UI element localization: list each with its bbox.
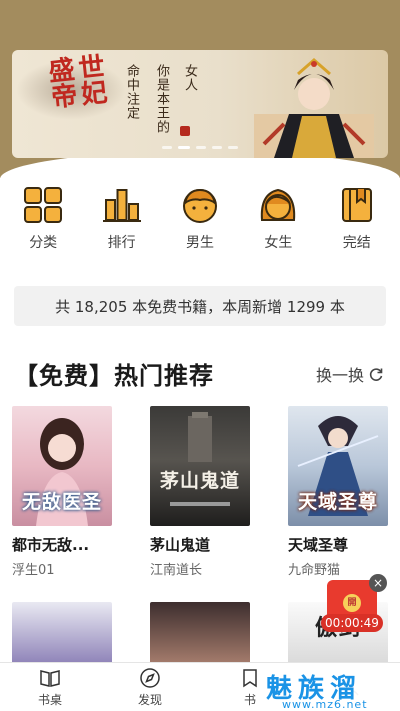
- banner-tagline-1: 女人: [182, 64, 197, 92]
- book-icon: [341, 188, 372, 222]
- female-avatar-icon: [261, 188, 296, 221]
- open-book-icon: [40, 669, 60, 687]
- carousel-dot[interactable]: [162, 146, 172, 149]
- nav-label: 书: [243, 692, 256, 707]
- cover-title: 无敌医圣: [21, 491, 102, 513]
- nav-label: 书桌: [37, 692, 62, 707]
- carousel-indicator: [162, 146, 238, 149]
- book-author: 浮生01: [12, 563, 55, 578]
- grid-icon: [24, 187, 63, 223]
- category-finished[interactable]: 完结: [327, 186, 387, 252]
- category-ranking[interactable]: 排行: [92, 186, 152, 252]
- library-stats: 共 18,205 本免费书籍，本周新增 1299 本: [14, 286, 386, 326]
- book-cover[interactable]: 天域圣尊: [288, 406, 388, 526]
- category-label: 排行: [107, 235, 136, 251]
- seal-stamp: [180, 126, 190, 136]
- red-packet-widget[interactable]: 開 × 00:00:49: [321, 574, 387, 634]
- countdown-timer: 00:00:49: [321, 614, 383, 632]
- carousel-dot[interactable]: [212, 146, 222, 149]
- book-title: 都市无敌...: [12, 536, 90, 554]
- carousel-dot[interactable]: [196, 146, 206, 149]
- nav-label: 发现: [137, 692, 162, 707]
- watermark: 魅族溜 www.mz6.net: [258, 668, 400, 711]
- banner-tagline-2: 你是本王的: [154, 64, 169, 134]
- book-cover[interactable]: 茅山鬼道: [150, 406, 250, 526]
- empress-illustration: [254, 58, 374, 158]
- refresh-label: 换一换: [315, 366, 364, 385]
- category-label: 完结: [342, 235, 371, 251]
- book-cover[interactable]: [150, 602, 250, 666]
- coin-icon: 開: [343, 594, 361, 612]
- category-bar: 分类 排行 男生 女生 完结: [0, 186, 400, 252]
- category-label: 男生: [185, 235, 214, 251]
- category-label: 分类: [29, 235, 58, 251]
- book-author: 江南道长: [150, 563, 203, 578]
- book-card[interactable]: [12, 602, 112, 666]
- close-icon[interactable]: ×: [369, 574, 387, 592]
- category-label: 女生: [264, 235, 293, 251]
- book-card[interactable]: 茅山鬼道 茅山鬼道 江南道长: [150, 406, 250, 578]
- male-avatar-icon: [182, 188, 217, 223]
- book-card[interactable]: 天域圣尊 天域圣尊 九命野猫: [288, 406, 388, 578]
- banner-title: 盛世帝妃: [47, 51, 113, 114]
- refresh-button[interactable]: 换一换: [316, 362, 384, 386]
- book-grid: 无敌医圣 都市无敌... 浮生01 茅山鬼道 茅山鬼道 江南道长 天域圣尊 天域: [12, 406, 388, 578]
- carousel-dot[interactable]: [228, 146, 238, 149]
- bar-chart-icon: [102, 189, 141, 222]
- book-card[interactable]: [150, 602, 250, 666]
- cover-title: 茅山鬼道: [159, 470, 240, 492]
- book-cover[interactable]: 无敌医圣: [12, 406, 112, 526]
- category-male[interactable]: 男生: [170, 186, 230, 252]
- cover-title: 天域圣尊: [297, 491, 378, 513]
- category-classify[interactable]: 分类: [13, 186, 73, 252]
- carousel-dot-active[interactable]: [178, 146, 190, 149]
- watermark-url: www.mz6.net: [282, 698, 368, 711]
- refresh-icon: [369, 368, 383, 381]
- book-card[interactable]: 无敌医圣 都市无敌... 浮生01: [12, 406, 112, 578]
- section-title: 【免费】热门推荐: [14, 362, 214, 390]
- banner-tagline-3: 命中注定: [124, 64, 139, 120]
- promo-banner[interactable]: 盛世帝妃 女人 你是本王的 命中注定: [12, 50, 388, 158]
- book-cover[interactable]: [12, 602, 112, 666]
- nav-desk[interactable]: 书桌: [0, 663, 100, 711]
- book-title: 天域圣尊: [288, 536, 349, 554]
- nav-discover[interactable]: 发现: [100, 663, 200, 711]
- book-title: 茅山鬼道: [150, 536, 211, 554]
- compass-icon: [140, 667, 160, 688]
- category-female[interactable]: 女生: [248, 186, 308, 252]
